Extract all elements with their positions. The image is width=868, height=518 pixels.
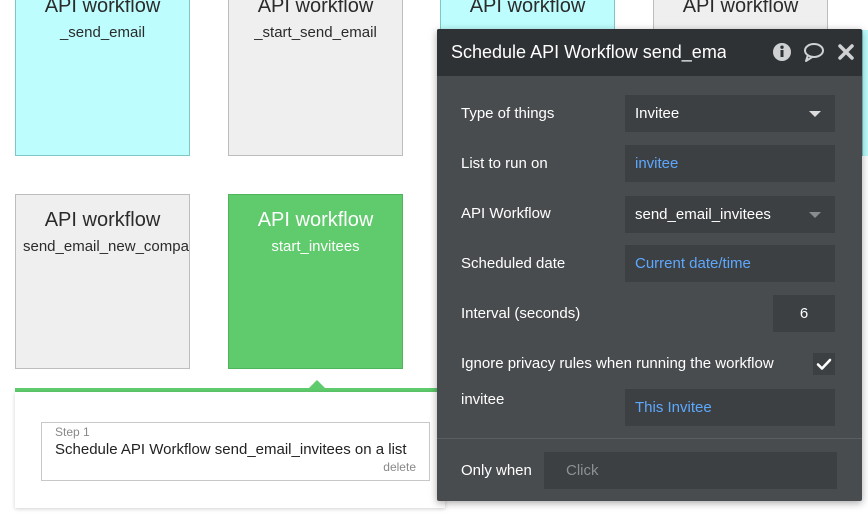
api-workflow-value: send_email_invitees <box>635 206 771 223</box>
step-1-box[interactable]: Step 1 Schedule API Workflow send_email_… <box>41 422 430 481</box>
step-number: Step 1 <box>55 425 90 439</box>
api-workflow-dropdown[interactable]: send_email_invitees <box>625 196 835 233</box>
workflow-card-edge[interactable] <box>862 30 868 156</box>
interval-input[interactable]: 6 <box>773 295 835 332</box>
invitee-param-field[interactable]: This Invitee <box>625 389 835 426</box>
card-subtitle: start_invitees <box>271 238 360 255</box>
comment-icon[interactable] <box>803 41 825 63</box>
card-subtitle: _send_email <box>59 24 146 41</box>
property-editor-title: Schedule API Workflow send_email_invitee… <box>451 42 726 62</box>
chevron-down-icon <box>809 111 821 117</box>
workflow-card-send-email-new-company[interactable]: API workflow send_email_new_compa <box>15 194 190 369</box>
close-icon[interactable] <box>835 41 857 63</box>
api-workflow-label: API Workflow <box>461 205 551 222</box>
selected-workflow-pointer <box>309 380 325 388</box>
interval-label: Interval (seconds) <box>461 305 581 322</box>
workflow-card-start-invitees[interactable]: API workflow start_invitees <box>228 194 403 369</box>
card-title: API workflow <box>469 0 586 17</box>
only-when-label: Only when <box>461 462 532 479</box>
checkmark-icon <box>816 358 832 370</box>
ignore-privacy-checkbox[interactable] <box>813 353 835 375</box>
chevron-down-icon <box>809 212 821 218</box>
type-of-things-value: Invitee <box>635 105 680 122</box>
card-title: API workflow <box>257 0 374 17</box>
list-to-run-on-field[interactable]: invitee <box>625 145 835 182</box>
list-to-run-on-label: List to run on <box>461 155 548 172</box>
scheduled-date-label: Scheduled date <box>461 255 566 272</box>
scheduled-date-field[interactable]: Current date/time <box>625 245 835 282</box>
card-title: API workflow <box>257 209 374 231</box>
delete-step-link[interactable]: delete <box>383 460 416 474</box>
workflow-card-start-send-email[interactable]: API workflow _start_send_email <box>228 0 403 156</box>
type-of-things-label: Type of things <box>461 105 555 122</box>
workflow-card-send-email[interactable]: API workflow _send_email <box>15 0 190 156</box>
only-when-field[interactable]: Click <box>544 452 837 489</box>
invitee-param-label: invitee <box>461 391 505 408</box>
card-title: API workflow <box>682 0 799 17</box>
step-title: Schedule API Workflow send_email_invitee… <box>55 441 407 458</box>
ignore-privacy-label: Ignore privacy rules when running the wo… <box>461 355 774 372</box>
property-editor-panel: Schedule API Workflow send_email_invitee… <box>437 29 862 501</box>
property-editor-header[interactable]: Schedule API Workflow send_email_invitee… <box>437 29 862 76</box>
card-subtitle: _start_send_email <box>254 24 377 41</box>
type-of-things-dropdown[interactable]: Invitee <box>625 95 835 132</box>
card-title: API workflow <box>44 0 161 17</box>
panel-divider <box>437 438 862 439</box>
info-icon[interactable] <box>771 41 793 63</box>
card-subtitle: send_email_new_compa <box>23 238 189 255</box>
card-title: API workflow <box>44 209 161 231</box>
